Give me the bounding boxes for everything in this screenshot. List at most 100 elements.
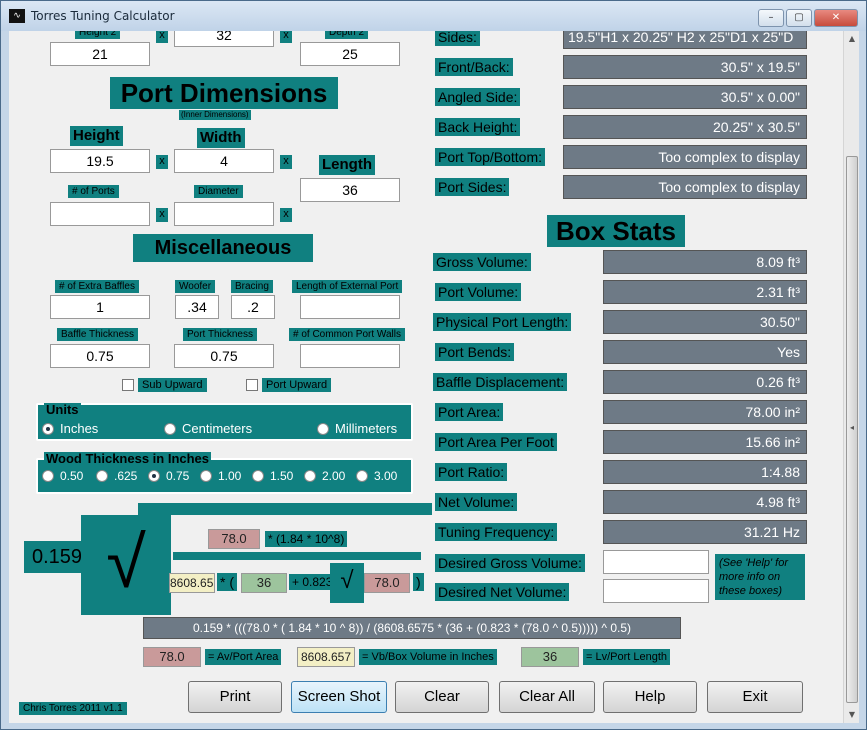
radio-dot-icon (317, 422, 329, 435)
port-upward-checkbox[interactable]: Port Upward (246, 378, 332, 392)
wood-thickness-title: Wood Thickness in Inches (44, 451, 212, 466)
stat-label-port-ratio: Port Ratio: (435, 463, 508, 481)
close-button[interactable]: ✕ (814, 9, 858, 27)
stat-label-port-area: Port Area: (435, 403, 504, 421)
formula-coefficient: 0.159 (24, 541, 84, 573)
length-label: Length (319, 155, 375, 175)
dim-value-front-back: 30.5" x 19.5" (563, 55, 807, 79)
units-centimeters-radio[interactable]: Centimeters (164, 421, 252, 436)
radio-label: 2.00 (322, 469, 346, 483)
wood-050-radio[interactable]: 0.50 (42, 469, 83, 483)
screenshot-button[interactable]: Screen Shot (291, 681, 387, 713)
external-port-label: Length of External Port (292, 280, 403, 293)
stat-label-net-volume: Net Volume: (435, 493, 518, 511)
dim-label-angled-side: Angled Side: (435, 88, 521, 106)
print-button[interactable]: Print (188, 681, 282, 713)
port-length-input[interactable]: 36 (300, 178, 400, 202)
dim-label-front-back: Front/Back: (435, 58, 513, 76)
port-height-input[interactable]: 19.5 (50, 149, 150, 173)
multiply-sign: x (280, 208, 292, 222)
sub-upward-checkbox[interactable]: Sub Upward (122, 378, 207, 392)
wood-150-radio[interactable]: 1.50 (252, 469, 293, 483)
port-upward-label: Port Upward (262, 378, 332, 392)
exit-button[interactable]: Exit (707, 681, 803, 713)
minimize-button[interactable]: – (758, 9, 784, 27)
stat-value-gross-volume: 8.09 ft³ (603, 250, 807, 274)
wood-075-radio[interactable]: 0.75 (148, 469, 189, 483)
units-title: Units (44, 402, 81, 417)
radio-label: Centimeters (182, 421, 253, 436)
scroll-down-icon[interactable]: ▼ (844, 707, 859, 723)
wood-100-radio[interactable]: 1.00 (200, 469, 241, 483)
bracing-label: Bracing (231, 280, 273, 293)
waveform-icon: ∿ (9, 9, 25, 23)
desired-gross-volume-input[interactable] (603, 550, 709, 574)
stat-value-port-area: 78.00 in² (603, 400, 807, 424)
stat-value-port-ratio: 1:4.88 (603, 460, 807, 484)
external-port-input[interactable] (300, 295, 400, 319)
box-stats-title: Box Stats (547, 215, 685, 247)
lv-value: 36 (241, 573, 287, 593)
av-legend: = Av/Port Area (205, 649, 282, 665)
baffle-thickness-label: Baffle Thickness (57, 328, 139, 341)
stat-label-gross-volume: Gross Volume: (433, 253, 531, 271)
multiply-sign: x (156, 208, 168, 222)
maximize-button[interactable]: ▢ (786, 9, 812, 27)
vertical-scrollbar[interactable]: ▲ ◂ ▼ (843, 31, 859, 723)
common-walls-input[interactable] (300, 344, 400, 368)
bracing-input[interactable]: .2 (231, 295, 275, 319)
diameter-input[interactable] (174, 202, 274, 226)
formula-star-paren: * ( (217, 573, 237, 591)
stat-label-baffle-displacement: Baffle Displacement: (433, 373, 568, 391)
wood-0625-radio[interactable]: .625 (96, 469, 137, 483)
baffle-thickness-input[interactable]: 0.75 (50, 344, 150, 368)
stat-value-port-volume: 2.31 ft³ (603, 280, 807, 304)
height2-input[interactable]: 21 (50, 42, 150, 66)
units-inches-radio[interactable]: Inches (42, 421, 98, 436)
formula-top-bar (138, 503, 432, 515)
width-label: Width (197, 128, 245, 148)
port-thickness-input[interactable]: 0.75 (174, 344, 274, 368)
stat-label-port-area-per-foot: Port Area Per Foot (435, 433, 557, 451)
help-note: (See 'Help' for more info on these boxes… (715, 554, 805, 600)
clear-button[interactable]: Clear (395, 681, 489, 713)
dim-value-sides: 19.5"H1 x 20.25" H2 x 25"D1 x 25"D (563, 31, 807, 49)
radio-label: 1.50 (270, 469, 294, 483)
scroll-up-icon[interactable]: ▲ (844, 31, 859, 47)
client-area: Height 2 21 x 32 x Depth 2 25 Port Dimen… (9, 31, 859, 723)
stat-value-port-area-per-foot: 15.66 in² (603, 430, 807, 454)
port-width-input[interactable]: 4 (174, 149, 274, 173)
units-millimeters-radio[interactable]: Millimeters (317, 421, 397, 436)
radio-label: 0.50 (60, 469, 84, 483)
radio-label: 0.75 (166, 469, 190, 483)
full-formula-display: 0.159 * (((78.0 * ( 1.84 * 10 ^ 8)) / (8… (143, 617, 681, 639)
woofer-input[interactable]: .34 (175, 295, 219, 319)
clear-all-button[interactable]: Clear All (499, 681, 595, 713)
inner-dimensions-subtitle: (Inner Dimensions) (179, 110, 251, 120)
port-dimensions-title: Port Dimensions (110, 77, 338, 109)
multiply-sign: x (280, 155, 292, 169)
wood-200-radio[interactable]: 2.00 (304, 469, 345, 483)
desired-net-volume-input[interactable] (603, 579, 709, 603)
vb-legend: = Vb/Box Volume in Inches (359, 649, 497, 665)
dim-value-angled-side: 30.5" x 0.00" (563, 85, 807, 109)
dim-label-port-top-bottom: Port Top/Bottom: (435, 148, 546, 166)
help-button[interactable]: Help (603, 681, 697, 713)
stat-value-port-bends: Yes (603, 340, 807, 364)
stat-value-baffle-displacement: 0.26 ft³ (603, 370, 807, 394)
ports-count-input[interactable] (50, 202, 150, 226)
depth2-input[interactable]: 25 (300, 42, 400, 66)
depth2-label: Depth 2 (325, 31, 369, 39)
stat-label-physical-port-length: Physical Port Length: (433, 313, 572, 331)
ports-count-label: # of Ports (68, 185, 119, 198)
mid-input[interactable]: 32 (174, 31, 274, 47)
radio-dot-icon (200, 470, 212, 482)
dim-label-port-sides: Port Sides: (435, 178, 510, 196)
extra-baffles-input[interactable]: 1 (50, 295, 150, 319)
extra-baffles-label: # of Extra Baffles (55, 280, 139, 293)
stat-value-tuning-frequency: 31.21 Hz (603, 520, 807, 544)
wood-300-radio[interactable]: 3.00 (356, 469, 397, 483)
window-title: Torres Tuning Calculator (31, 9, 175, 23)
sqrt-small-icon: √ (330, 563, 364, 603)
vb-legend-value: 8608.657 (297, 647, 355, 667)
